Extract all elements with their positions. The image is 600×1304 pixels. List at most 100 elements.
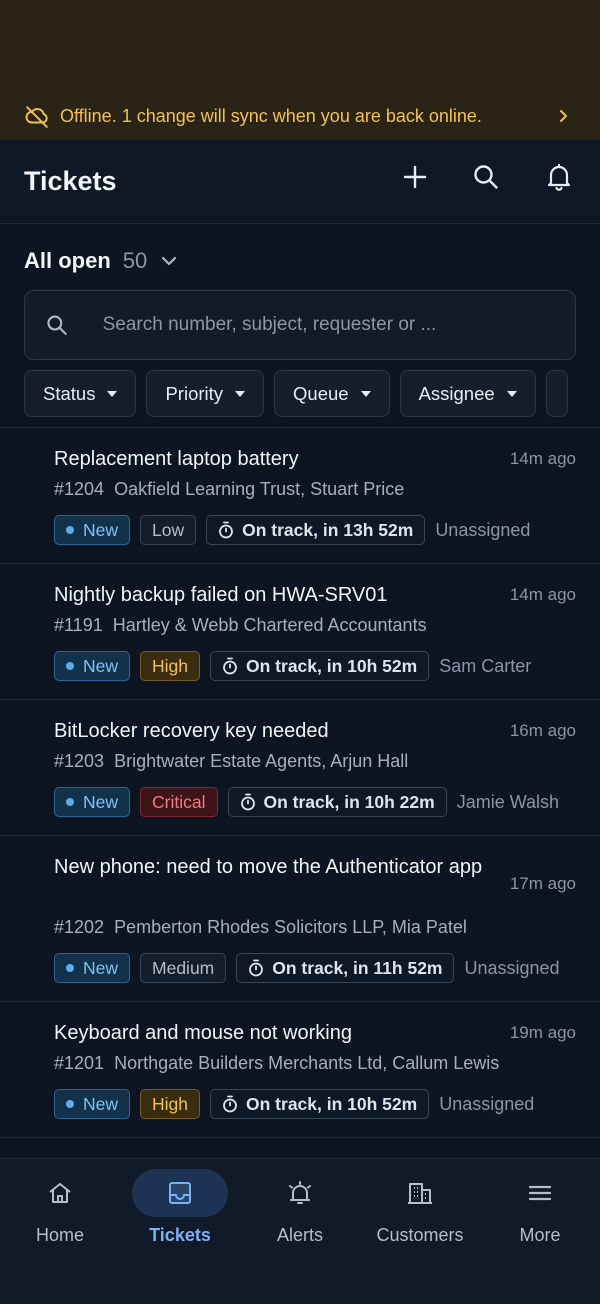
caret-down-icon	[506, 390, 517, 397]
ticket-row[interactable]: Replacement laptop battery 14m ago #1204…	[0, 428, 600, 564]
priority-filter-chip[interactable]: Priority	[146, 370, 265, 417]
page-title: Tickets	[24, 166, 117, 196]
ticket-row[interactable]: Keyboard and mouse not working 19m ago #…	[0, 1002, 600, 1138]
bell-icon[interactable]	[544, 162, 574, 192]
nav-label: Customers	[376, 1225, 464, 1245]
nav-pill	[132, 1169, 228, 1217]
nav-pill	[252, 1169, 348, 1217]
status-label: New	[83, 957, 119, 978]
queue-filter-chip[interactable]: Queue	[274, 370, 390, 417]
ticket-meta: #1204 Oakfield Learning Trust, Stuart Pr…	[54, 479, 404, 500]
filter-chips: Status Priority Queue Assignee	[24, 370, 600, 418]
sla-label: On track, in 13h 52m	[242, 519, 414, 540]
ticket-requester: Brightwater Estate Agents, Arjun Hall	[114, 751, 409, 771]
caret-down-icon	[360, 390, 371, 397]
assignee-filter-chip[interactable]: Assignee	[399, 370, 536, 417]
ticket-number: #1204	[54, 479, 105, 499]
status-badge: New	[54, 1089, 131, 1119]
timer-icon	[223, 657, 237, 675]
ticket-requester: Hartley & Webb Chartered Accountants	[112, 615, 427, 635]
ticket-badges: New Low On track, in 13h 52m Unassigned	[54, 515, 530, 545]
nav-item-home[interactable]: Home	[0, 1159, 120, 1259]
ticket-number: #1201	[54, 1053, 105, 1073]
ticket-badges: New High On track, in 10h 52m Sam Carter	[54, 651, 531, 681]
status-label: New	[83, 791, 119, 812]
status-label: New	[83, 655, 119, 676]
chip-label: Status	[43, 382, 96, 404]
offline-banner-text: Offline. 1 change will sync when you are…	[60, 105, 482, 126]
chip-label: Queue	[293, 382, 349, 404]
ticket-assignee: Jamie Walsh	[456, 791, 560, 812]
building-icon	[408, 1183, 432, 1204]
ticket-row[interactable]: New phone: need to move the Authenticato…	[0, 836, 600, 1002]
timer-icon	[240, 793, 255, 811]
search-field[interactable]	[24, 290, 576, 360]
ticket-list: Replacement laptop battery 14m ago #1204…	[0, 428, 600, 1138]
ticket-time: 14m ago	[509, 585, 576, 604]
inbox-icon	[169, 1182, 191, 1204]
status-badge: New	[54, 953, 131, 983]
nav-pill	[492, 1169, 588, 1217]
menu-icon	[528, 1185, 552, 1201]
priority-badge: Medium	[140, 953, 227, 983]
nav-pill	[372, 1169, 468, 1217]
ticket-meta: #1191 Hartley & Webb Chartered Accountan…	[54, 615, 427, 636]
ticket-time: 17m ago	[509, 874, 576, 893]
nav-item-customers[interactable]: Customers	[360, 1159, 480, 1259]
status-label: New	[83, 519, 119, 540]
priority-badge: Low	[140, 515, 197, 545]
nav-item-alerts[interactable]: Alerts	[240, 1159, 360, 1259]
ticket-number: #1203	[54, 751, 105, 771]
ticket-badges: New High On track, in 10h 52m Unassigned	[54, 1089, 534, 1119]
offline-banner[interactable]: Offline. 1 change will sync when you are…	[0, 92, 600, 140]
nav-item-more[interactable]: More	[480, 1159, 600, 1259]
home-icon	[49, 1183, 71, 1203]
ticket-assignee: Unassigned	[435, 519, 531, 540]
priority-badge: High	[140, 1089, 201, 1119]
search-input[interactable]	[102, 314, 555, 336]
ticket-meta: #1202 Pemberton Rhodes Solicitors LLP, M…	[54, 917, 467, 938]
add-icon[interactable]	[400, 162, 430, 192]
status-dot	[66, 662, 74, 670]
nav-pill	[12, 1169, 108, 1217]
status-filter-chip[interactable]: Status	[24, 370, 137, 417]
status-label: New	[83, 1093, 119, 1114]
ticket-meta: #1203 Brightwater Estate Agents, Arjun H…	[54, 751, 408, 772]
chevron-right-icon	[560, 110, 567, 122]
ticket-row[interactable]: BitLocker recovery key needed 16m ago #1…	[0, 700, 600, 836]
ticket-time: 16m ago	[509, 721, 576, 740]
search-icon	[47, 315, 67, 335]
priority-badge: High	[140, 651, 201, 681]
ticket-meta: #1201 Northgate Builders Merchants Ltd, …	[54, 1053, 499, 1074]
status-dot	[66, 526, 74, 534]
cloud-off-icon	[25, 106, 48, 128]
nav-label: Tickets	[149, 1225, 211, 1245]
ticket-assignee: Sam Carter	[439, 655, 532, 676]
ticket-subject: Replacement laptop battery	[54, 448, 299, 470]
sla-badge: On track, in 13h 52m	[206, 515, 426, 545]
sla-badge: On track, in 10h 22m	[227, 787, 447, 817]
more-filter-chip[interactable]	[545, 370, 568, 417]
ticket-subject: Nightly backup failed on HWA-SRV01	[54, 584, 388, 606]
ticket-requester: Pemberton Rhodes Solicitors LLP, Mia Pat…	[114, 917, 467, 937]
status-dot	[66, 964, 74, 972]
search-icon[interactable]	[471, 162, 501, 192]
ticket-row[interactable]: Nightly backup failed on HWA-SRV01 14m a…	[0, 564, 600, 700]
view-selector[interactable]: All open 50	[24, 244, 179, 278]
status-badge: New	[54, 515, 131, 545]
nav-item-tickets[interactable]: Tickets	[120, 1159, 240, 1259]
ticket-subject: New phone: need to move the Authenticato…	[54, 856, 483, 878]
ticket-number: #1191	[54, 615, 103, 635]
alarm-icon	[289, 1181, 311, 1204]
sla-label: On track, in 10h 52m	[246, 1093, 418, 1114]
chip-label: Priority	[165, 382, 224, 404]
caret-down-icon	[107, 390, 118, 397]
ticket-requester: Northgate Builders Merchants Ltd, Callum…	[114, 1053, 500, 1073]
chip-label: Assignee	[418, 382, 495, 404]
view-count: 50	[122, 248, 148, 273]
status-dot	[66, 798, 74, 806]
nav-label: Alerts	[276, 1225, 323, 1245]
sla-label: On track, in 11h 52m	[272, 957, 443, 978]
ticket-subject: Keyboard and mouse not working	[54, 1022, 352, 1044]
ticket-assignee: Unassigned	[439, 1093, 535, 1114]
